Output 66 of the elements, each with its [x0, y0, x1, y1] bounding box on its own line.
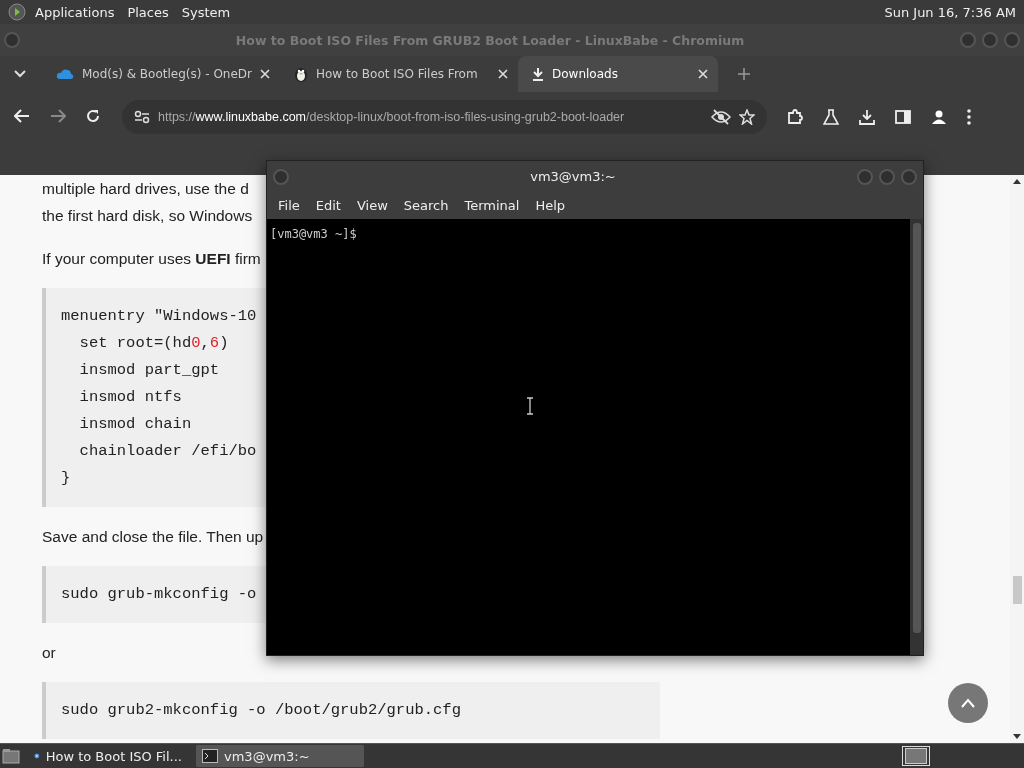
- text-line: the first hard disk, so Windows: [42, 206, 253, 226]
- menu-item[interactable]: Search: [395, 198, 457, 213]
- close-icon[interactable]: [260, 69, 270, 79]
- download-icon[interactable]: [859, 109, 875, 125]
- browser-tab[interactable]: How to Boot ISO Files From: [280, 56, 518, 92]
- taskbar-button[interactable]: How to Boot ISO Fil...: [28, 745, 188, 767]
- code-line: }: [61, 468, 71, 489]
- download-icon: [532, 67, 544, 81]
- code-line: insmod chain: [78, 414, 192, 435]
- text-line: If your computer uses UEFI firm: [42, 249, 261, 269]
- taskbar-button[interactable]: vm3@vm3:~: [196, 745, 364, 767]
- code-line: sudo grub2-mkconfig -o /boot/grub2/grub.cfg: [61, 700, 461, 721]
- penguin-icon: [294, 66, 308, 82]
- shell-prompt: [vm3@vm3 ~]$: [270, 227, 357, 241]
- scrollbar[interactable]: [1010, 175, 1024, 743]
- scroll-to-top-button[interactable]: [948, 683, 988, 723]
- menu-item[interactable]: Terminal: [456, 198, 528, 213]
- star-icon[interactable]: [739, 109, 755, 125]
- code-line: sudo grub-mkconfig -o: [61, 584, 257, 605]
- forward-arrow-icon[interactable]: [50, 109, 66, 123]
- code-line: insmod part_gpt: [78, 360, 220, 381]
- site-settings-icon[interactable]: [134, 110, 150, 124]
- cloud-icon: [56, 68, 74, 80]
- chevron-up-icon: [960, 698, 976, 708]
- terminal-icon: [202, 749, 218, 763]
- profile-icon[interactable]: [931, 109, 947, 125]
- back-arrow-icon[interactable]: [14, 109, 30, 123]
- text-line: or: [42, 643, 56, 663]
- side-panel-icon[interactable]: [895, 109, 911, 125]
- text-cursor-icon: [526, 397, 534, 415]
- window-title: How to Boot ISO Files From GRUB2 Boot Loader - LinuxBabe - Chromium: [234, 32, 746, 48]
- browser-tab[interactable]: Downloads: [518, 56, 718, 92]
- code-line: insmod ntfs: [78, 387, 182, 408]
- menu-item[interactable]: View: [348, 198, 396, 213]
- window-title: vm3@vm3:~: [529, 169, 617, 184]
- panel-menu[interactable]: Places: [127, 4, 169, 20]
- more-menu-icon[interactable]: [967, 109, 971, 125]
- workspace-switcher[interactable]: [902, 746, 930, 766]
- panel-menu[interactable]: Applications: [35, 4, 115, 20]
- scroll-up-icon[interactable]: [1013, 179, 1021, 184]
- menu-logo-icon[interactable]: [8, 3, 26, 21]
- scrollbar[interactable]: [910, 219, 923, 655]
- url-text[interactable]: https://www.linuxbabe.com/desktop-linux/boot-from-iso-files-using-grub2-boot-loader: [158, 110, 703, 124]
- menu-item[interactable]: Help: [527, 198, 574, 213]
- show-desktop-icon[interactable]: [2, 748, 20, 764]
- code-line: set root=(hd0,6): [78, 333, 229, 354]
- address-bar[interactable]: https://www.linuxbabe.com/desktop-linux/boot-from-iso-files-using-grub2-boot-loader: [122, 100, 767, 134]
- code-line: chainloader /efi/bo: [78, 441, 257, 462]
- flask-icon[interactable]: [823, 109, 839, 125]
- text-line: Save and close the file. Then up: [42, 527, 264, 547]
- puzzle-icon[interactable]: [787, 109, 803, 125]
- text-line: multiple hard drives, use the d: [42, 179, 249, 199]
- close-icon[interactable]: [698, 69, 708, 79]
- clock[interactable]: Sun Jun 16, 7:36 AM: [884, 4, 1024, 20]
- chevron-down-icon[interactable]: [14, 70, 26, 78]
- close-icon[interactable]: [498, 69, 508, 79]
- menu-item[interactable]: File: [270, 198, 308, 213]
- reload-icon[interactable]: [86, 109, 100, 123]
- browser-tab[interactable]: Mod(s) & Bootleg(s) - OneDr: [42, 56, 280, 92]
- panel-menu[interactable]: System: [181, 4, 231, 20]
- menu-item[interactable]: Edit: [307, 198, 349, 213]
- eye-slash-icon[interactable]: [711, 109, 731, 125]
- new-tab-icon[interactable]: [738, 68, 750, 80]
- scroll-down-icon[interactable]: [1013, 734, 1021, 739]
- code-line: menuentry "Windows-10: [61, 306, 257, 327]
- scrollbar-thumb[interactable]: [1012, 576, 1022, 604]
